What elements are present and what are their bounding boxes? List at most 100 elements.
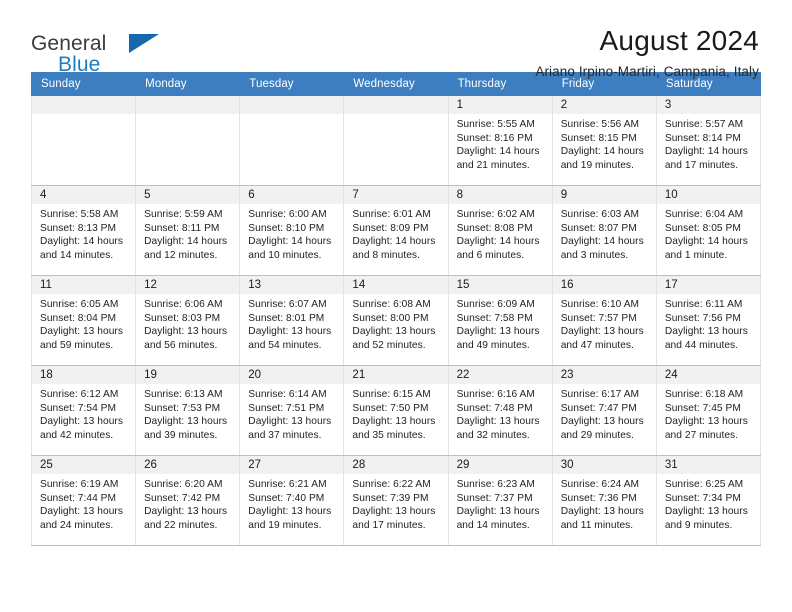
day-number: 8: [448, 186, 552, 204]
sunset-text: Sunset: 7:53 PM: [144, 402, 221, 414]
calendar-day-cell[interactable]: 12 Sunrise: 6:06 AM Sunset: 8:03 PM Dayligh…: [135, 275, 241, 366]
daylight-text: Daylight: 13 hours: [144, 326, 228, 338]
calendar-day-cell[interactable]: 10 Sunrise: 6:04 AM Sunset: 8:05 PM Dayligh…: [655, 185, 762, 276]
sunset-text: Sunset: 8:00 PM: [352, 312, 429, 324]
title-block: August 2024 Ariano Irpino-Martiri, Campa…: [181, 25, 761, 80]
day-number: 31: [656, 456, 760, 474]
calendar-day-cell[interactable]: 27 Sunrise: 6:21 AM Sunset: 7:40 PM Dayligh…: [239, 455, 345, 546]
day-number: 30: [552, 456, 656, 474]
calendar-day-cell[interactable]: 11 Sunrise: 6:05 AM Sunset: 8:04 PM Dayligh…: [30, 275, 137, 366]
calendar-day-cell[interactable]: 14 Sunrise: 6:08 AM Sunset: 8:00 PM Dayligh…: [343, 275, 449, 366]
daylight-text: Daylight: 13 hours: [664, 326, 748, 338]
day-cell-content: 31 Sunrise: 6:25 AM Sunset: 7:34 PM Dayligh…: [656, 456, 760, 545]
sunset-text: Sunset: 8:10 PM: [248, 222, 325, 234]
daylight-text: Daylight: 13 hours: [144, 416, 228, 428]
generalblue-logo[interactable]: General Blue: [31, 26, 181, 78]
daylight-text: Daylight: 13 hours: [456, 326, 540, 338]
calendar-day-cell[interactable]: 2 Sunrise: 5:56 AM Sunset: 8:15 PM Daylight…: [551, 95, 657, 186]
calendar-day-cell[interactable]: 17 Sunrise: 6:11 AM Sunset: 7:56 PM Dayligh…: [655, 275, 762, 366]
sunrise-text: Sunrise: 6:18 AM: [664, 389, 744, 400]
calendar-day-cell[interactable]: 18 Sunrise: 6:12 AM Sunset: 7:54 PM Dayligh…: [30, 365, 137, 456]
page-title: August 2024: [599, 25, 759, 56]
calendar-day-cell[interactable]: 28 Sunrise: 6:22 AM Sunset: 7:39 PM Dayligh…: [343, 455, 449, 546]
calendar-day-cell[interactable]: 13 Sunrise: 6:07 AM Sunset: 8:01 PM Dayligh…: [239, 275, 345, 366]
day-cell-content: 17 Sunrise: 6:11 AM Sunset: 7:56 PM Dayligh…: [656, 276, 760, 365]
day-cell-content: [32, 96, 136, 185]
calendar-day-cell[interactable]: 26 Sunrise: 6:20 AM Sunset: 7:42 PM Dayligh…: [135, 455, 241, 546]
daylight-text: Daylight: 13 hours: [144, 506, 228, 518]
sunset-text: Sunset: 7:44 PM: [40, 492, 117, 504]
calendar-day-cell[interactable]: 31 Sunrise: 6:25 AM Sunset: 7:34 PM Dayligh…: [655, 455, 762, 546]
sunset-text: Sunset: 8:07 PM: [560, 222, 637, 234]
daylight-text: Daylight: 14 hours: [40, 236, 124, 248]
daylight-text: and 14 minutes.: [456, 519, 530, 531]
sunrise-sunset-calendar: Sunday Monday Tuesday Wednesday Thursday Frid…: [30, 72, 762, 546]
calendar-day-cell[interactable]: 4 Sunrise: 5:58 AM Sunset: 8:13 PM Daylight…: [30, 185, 137, 276]
calendar-cell-empty: [343, 95, 449, 186]
day-number: 9: [552, 186, 656, 204]
day-sun-details: [344, 114, 447, 118]
calendar-day-cell[interactable]: 22 Sunrise: 6:16 AM Sunset: 7:48 PM Dayligh…: [447, 365, 553, 456]
day-number: 13: [240, 276, 344, 294]
day-sun-details: Sunrise: 6:21 AM Sunset: 7:40 PM Daylight:…: [240, 474, 343, 532]
sunset-text: Sunset: 8:09 PM: [352, 222, 429, 234]
sunset-text: Sunset: 8:05 PM: [664, 222, 741, 234]
calendar-day-cell[interactable]: 23 Sunrise: 6:17 AM Sunset: 7:47 PM Dayligh…: [551, 365, 657, 456]
day-sun-details: Sunrise: 6:04 AM Sunset: 8:05 PM Daylight:…: [657, 204, 760, 262]
daylight-text: and 21 minutes.: [456, 159, 530, 171]
daylight-text: and 24 minutes.: [40, 519, 114, 531]
calendar-day-cell[interactable]: 15 Sunrise: 6:09 AM Sunset: 7:58 PM Dayligh…: [447, 275, 553, 366]
day-cell-content: 30 Sunrise: 6:24 AM Sunset: 7:36 PM Dayligh…: [552, 456, 656, 545]
calendar-day-cell[interactable]: 9 Sunrise: 6:03 AM Sunset: 8:07 PM Daylight…: [551, 185, 657, 276]
day-sun-details: Sunrise: 5:56 AM Sunset: 8:15 PM Daylight:…: [553, 114, 656, 172]
calendar-day-cell[interactable]: 24 Sunrise: 6:18 AM Sunset: 7:45 PM Dayligh…: [655, 365, 762, 456]
sunset-text: Sunset: 8:01 PM: [248, 312, 325, 324]
calendar-day-cell[interactable]: 16 Sunrise: 6:10 AM Sunset: 7:57 PM Dayligh…: [551, 275, 657, 366]
daylight-text: Daylight: 13 hours: [456, 506, 540, 518]
daylight-text: and 39 minutes.: [144, 429, 218, 441]
calendar-week-row: 18 Sunrise: 6:12 AM Sunset: 7:54 PM Dayligh…: [30, 365, 762, 456]
calendar-day-cell[interactable]: 21 Sunrise: 6:15 AM Sunset: 7:50 PM Dayligh…: [343, 365, 449, 456]
day-sun-details: [136, 114, 239, 118]
day-sun-details: Sunrise: 6:02 AM Sunset: 8:08 PM Daylight:…: [449, 204, 552, 262]
sunset-text: Sunset: 8:04 PM: [40, 312, 117, 324]
daylight-text: Daylight: 14 hours: [144, 236, 228, 248]
sunset-text: Sunset: 7:50 PM: [352, 402, 429, 414]
daylight-text: and 47 minutes.: [560, 339, 634, 351]
day-cell-content: 10 Sunrise: 6:04 AM Sunset: 8:05 PM Dayligh…: [656, 186, 760, 275]
calendar-day-cell[interactable]: 20 Sunrise: 6:14 AM Sunset: 7:51 PM Dayligh…: [239, 365, 345, 456]
sunrise-text: Sunrise: 5:58 AM: [40, 209, 119, 220]
calendar-day-cell[interactable]: 3 Sunrise: 5:57 AM Sunset: 8:14 PM Daylight…: [655, 95, 762, 186]
daylight-text: and 59 minutes.: [40, 339, 114, 351]
calendar-day-cell[interactable]: 19 Sunrise: 6:13 AM Sunset: 7:53 PM Dayligh…: [135, 365, 241, 456]
daylight-text: and 44 minutes.: [664, 339, 739, 351]
calendar-day-cell[interactable]: 25 Sunrise: 6:19 AM Sunset: 7:44 PM Dayligh…: [30, 455, 137, 546]
daylight-text: and 8 minutes.: [352, 249, 420, 261]
calendar-day-cell[interactable]: 8 Sunrise: 6:02 AM Sunset: 8:08 PM Daylight…: [447, 185, 553, 276]
day-number: 5: [136, 186, 240, 204]
calendar-day-cell[interactable]: 7 Sunrise: 6:01 AM Sunset: 8:09 PM Daylight…: [343, 185, 449, 276]
calendar-day-cell[interactable]: 30 Sunrise: 6:24 AM Sunset: 7:36 PM Dayligh…: [551, 455, 657, 546]
calendar-cell-empty: [135, 95, 241, 186]
calendar-day-cell[interactable]: 29 Sunrise: 6:23 AM Sunset: 7:37 PM Dayligh…: [447, 455, 553, 546]
day-cell-content: 7 Sunrise: 6:01 AM Sunset: 8:09 PM Daylight…: [344, 186, 448, 275]
calendar-day-cell[interactable]: 6 Sunrise: 6:00 AM Sunset: 8:10 PM Daylight…: [239, 185, 345, 276]
day-sun-details: Sunrise: 6:10 AM Sunset: 7:57 PM Daylight:…: [553, 294, 656, 352]
day-sun-details: Sunrise: 6:22 AM Sunset: 7:39 PM Daylight:…: [344, 474, 447, 532]
day-cell-content: 6 Sunrise: 6:00 AM Sunset: 8:10 PM Daylight…: [240, 186, 344, 275]
sunset-text: Sunset: 7:37 PM: [456, 492, 533, 504]
daylight-text: Daylight: 14 hours: [560, 146, 644, 158]
day-sun-details: Sunrise: 6:01 AM Sunset: 8:09 PM Daylight:…: [344, 204, 447, 262]
day-number: 19: [136, 366, 240, 384]
sunset-text: Sunset: 7:48 PM: [456, 402, 533, 414]
sunrise-text: Sunrise: 6:06 AM: [144, 299, 223, 310]
day-number: 16: [552, 276, 656, 294]
daylight-text: and 3 minutes.: [560, 249, 629, 261]
day-cell-content: 3 Sunrise: 5:57 AM Sunset: 8:14 PM Daylight…: [656, 96, 760, 185]
daylight-text: Daylight: 13 hours: [248, 326, 332, 338]
daylight-text: and 6 minutes.: [456, 249, 525, 261]
sunset-text: Sunset: 7:39 PM: [352, 492, 429, 504]
day-cell-content: 22 Sunrise: 6:16 AM Sunset: 7:48 PM Dayligh…: [448, 366, 552, 455]
calendar-day-cell[interactable]: 1 Sunrise: 5:55 AM Sunset: 8:16 PM Daylight…: [447, 95, 553, 186]
calendar-day-cell[interactable]: 5 Sunrise: 5:59 AM Sunset: 8:11 PM Daylight…: [135, 185, 241, 276]
